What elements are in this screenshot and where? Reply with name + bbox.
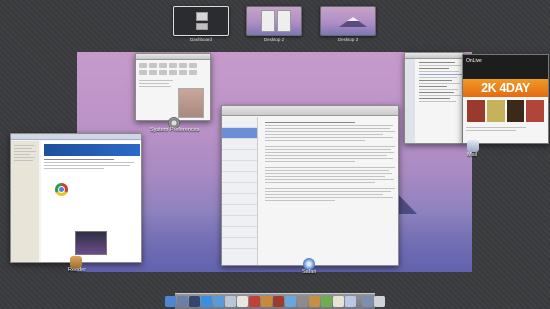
- dock: [165, 293, 385, 309]
- chrome-logo-icon: [55, 183, 68, 196]
- reeder-label: Reeder: [68, 267, 87, 273]
- mini-window: [261, 10, 275, 32]
- space-desktop-3-thumb[interactable]: [320, 6, 376, 36]
- system-preferences-icon[interactable]: [297, 296, 308, 307]
- preview-icon[interactable]: [261, 296, 272, 307]
- mission-control-icon[interactable]: [189, 296, 200, 307]
- mail-label: Mail: [467, 152, 478, 158]
- onlive-brand: OnLive: [466, 58, 482, 64]
- reeder-window[interactable]: [10, 133, 142, 263]
- space-dashboard-label: Dashboard: [189, 37, 212, 42]
- game-cover[interactable]: [486, 100, 505, 122]
- space-dashboard-thumb[interactable]: [173, 6, 229, 36]
- space-desktop-2-label: Desktop 2: [263, 37, 285, 42]
- mail-message-list: [416, 60, 463, 104]
- calendar-icon[interactable]: [237, 296, 248, 307]
- onlive-header: OnLive: [463, 55, 548, 79]
- launchpad-icon[interactable]: [177, 296, 188, 307]
- downloads-icon[interactable]: [362, 296, 373, 307]
- page-banner: [44, 144, 140, 156]
- mail-icon[interactable]: [225, 296, 236, 307]
- game-cover[interactable]: [467, 100, 485, 122]
- system-preferences-label: System Preferences: [150, 127, 200, 133]
- mail-window[interactable]: [404, 52, 464, 144]
- sale-banner[interactable]: 2K 4DAY SALE!: [463, 79, 548, 113]
- video-thumbnail[interactable]: [75, 231, 107, 255]
- textedit-icon[interactable]: [333, 296, 344, 307]
- game-cover[interactable]: [526, 100, 544, 122]
- browser-tabs: [11, 134, 141, 140]
- safari-sidebar: [222, 117, 258, 265]
- safari-toolbar: [222, 106, 398, 116]
- safari-label: Safari: [302, 269, 317, 275]
- mail-sidebar: [405, 59, 415, 143]
- safari-window[interactable]: [221, 105, 399, 266]
- onlive-browser-window[interactable]: OnLive 2K 4DAY SALE!: [462, 54, 549, 144]
- reeder-icon[interactable]: [309, 296, 320, 307]
- game-cover[interactable]: [506, 100, 525, 122]
- documents-icon[interactable]: [345, 296, 356, 307]
- space-desktop-2-thumb[interactable]: [246, 6, 302, 36]
- space-desktop-3-label: Desktop 3: [337, 37, 359, 42]
- dashboard-widget: [196, 23, 208, 30]
- photo-booth-icon[interactable]: [273, 296, 284, 307]
- app-store-icon[interactable]: [201, 296, 212, 307]
- reeder-sidebar: [11, 141, 39, 262]
- mini-window: [277, 10, 291, 32]
- finder-icon[interactable]: [165, 296, 176, 307]
- safari-icon[interactable]: [213, 296, 224, 307]
- trash-icon[interactable]: [374, 296, 385, 307]
- preferences-grid: [136, 60, 210, 78]
- ical-icon[interactable]: [249, 296, 260, 307]
- browser-page: [41, 141, 141, 262]
- mail-app-icon: [467, 140, 479, 152]
- mountain-snow-thumb: [347, 17, 359, 21]
- dashboard-widget: [196, 12, 208, 21]
- spaces-bar: Dashboard Desktop 2 Desktop 3: [0, 0, 550, 44]
- user-photo: [178, 88, 204, 118]
- article-text: [262, 120, 396, 203]
- system-preferences-window[interactable]: [135, 53, 211, 121]
- chrome-icon[interactable]: [321, 296, 332, 307]
- itunes-icon[interactable]: [285, 296, 296, 307]
